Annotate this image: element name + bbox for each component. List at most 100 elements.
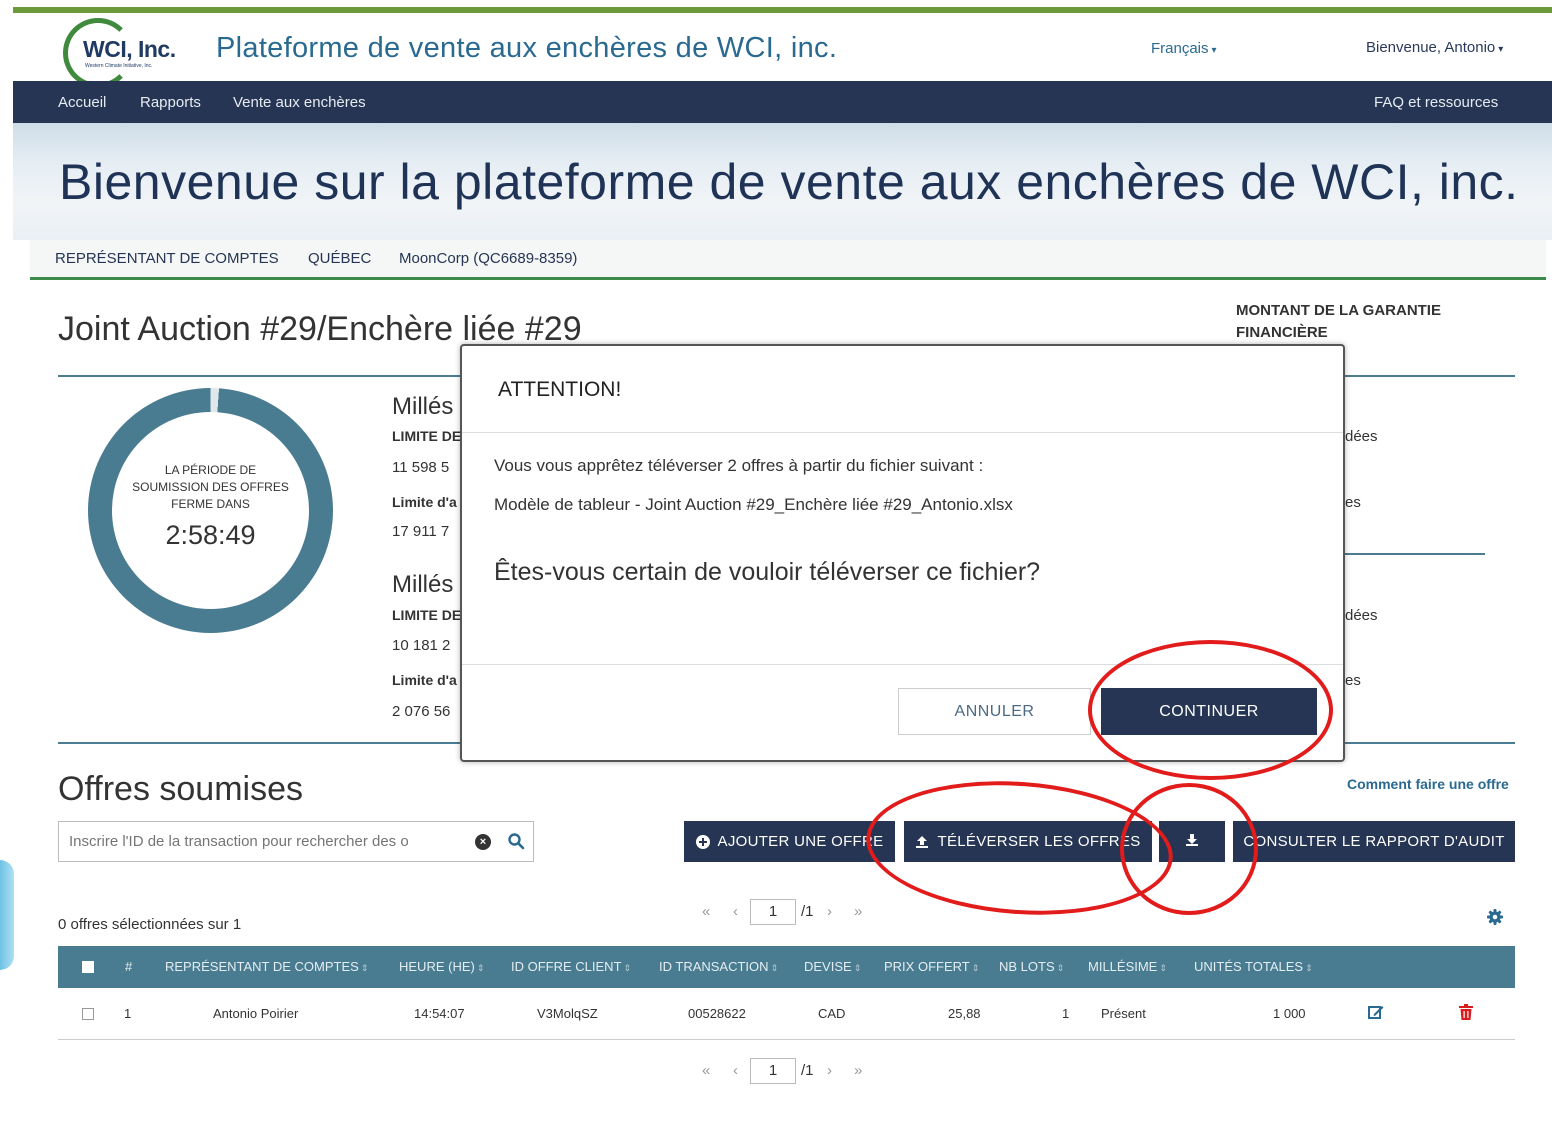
hero-title: Bienvenue sur la plateforme de vente aux… xyxy=(59,154,1519,210)
main-nav: Accueil Rapports Vente aux enchères FAQ … xyxy=(13,81,1552,123)
upload-offers-button[interactable]: TÉLÉVERSER LES OFFRES xyxy=(904,821,1152,862)
cell-transaction-id: 00528622 xyxy=(688,1006,746,1021)
col-representative[interactable]: REPRÉSENTANT DE COMPTES ⇕ xyxy=(165,959,368,974)
col-transaction-id[interactable]: ID TRANSACTION ⇕ xyxy=(659,959,778,974)
confirm-upload-modal: ATTENTION! Vous vous apprêtez téléverser… xyxy=(460,344,1345,762)
col-label: ID TRANSACTION xyxy=(659,959,769,974)
col-label: NB LOTS xyxy=(999,959,1055,974)
add-offer-button[interactable]: AJOUTER UNE OFFRE xyxy=(684,821,895,862)
sort-icon: ⇕ xyxy=(770,963,779,973)
col-label: REPRÉSENTANT DE COMPTES xyxy=(165,959,359,974)
trash-icon[interactable] xyxy=(1459,1004,1473,1023)
partial-text: es xyxy=(1345,672,1361,689)
guarantee-label: MONTANT DE LA GARANTIE FINANCIÈRE xyxy=(1236,302,1441,341)
page-input[interactable]: 1 xyxy=(750,899,796,925)
divider xyxy=(1340,553,1485,555)
sort-icon: ⇕ xyxy=(1305,963,1313,973)
col-label: UNITÉS TOTALES xyxy=(1194,959,1304,974)
limit-value: 17 911 7 xyxy=(392,523,450,540)
pagination-top: « ‹ 1 /1 › » xyxy=(702,899,872,925)
page-total: /1 xyxy=(801,1062,814,1079)
continue-button[interactable]: CONTINUER xyxy=(1101,688,1317,735)
cell-representative: Antonio Poirier xyxy=(213,1006,299,1021)
wci-logo[interactable]: WCI, Inc. Western Climate Initiative, In… xyxy=(63,18,183,88)
page-input[interactable]: 1 xyxy=(750,1058,796,1084)
table-row: 1 Antonio Poirier 14:54:07 V3MolqSZ 0052… xyxy=(58,988,1515,1040)
prev-page-icon[interactable]: ‹ xyxy=(733,903,738,920)
countdown-label: LA PÉRIODE DE SOUMISSION DES OFFRES FERM… xyxy=(88,462,333,513)
prev-page-icon[interactable]: ‹ xyxy=(733,1062,738,1079)
last-page-icon[interactable]: » xyxy=(854,1062,862,1079)
transaction-search: × xyxy=(58,821,534,862)
upload-icon xyxy=(915,835,929,849)
modal-divider xyxy=(462,432,1343,433)
nav-faq[interactable]: FAQ et ressources xyxy=(1374,94,1498,111)
partial-text: dées xyxy=(1345,428,1378,445)
countdown-donut: LA PÉRIODE DE SOUMISSION DES OFFRES FERM… xyxy=(88,388,333,633)
selection-count: 0 offres sélectionnées sur 1 xyxy=(58,916,242,933)
nav-home[interactable]: Accueil xyxy=(58,94,106,111)
vintage-heading: Millés xyxy=(392,571,454,598)
col-currency[interactable]: DEVISE ⇕ xyxy=(804,959,861,974)
col-units[interactable]: UNITÉS TOTALES ⇕ xyxy=(1194,959,1313,974)
select-all-checkbox[interactable] xyxy=(82,961,94,973)
row-checkbox[interactable] xyxy=(82,1008,94,1020)
cell-client-id: V3MolqSZ xyxy=(537,1006,598,1021)
limit-label: LIMITE DE xyxy=(392,428,462,444)
clear-icon[interactable]: × xyxy=(475,834,491,850)
cell-price: 25,88 xyxy=(948,1006,981,1021)
col-number: # xyxy=(125,959,133,974)
nav-reports[interactable]: Rapports xyxy=(140,94,201,111)
cell-units: 1 000 xyxy=(1273,1006,1306,1021)
modal-question: Êtes-vous certain de vouloir téléverser … xyxy=(494,558,1041,586)
logo-text: WCI, Inc. xyxy=(83,36,176,62)
next-page-icon[interactable]: › xyxy=(827,903,832,920)
welcome-label: Bienvenue, Antonio xyxy=(1366,39,1496,56)
col-time[interactable]: HEURE (HE) ⇕ xyxy=(399,959,484,974)
language-label: Français xyxy=(1151,40,1209,57)
col-lots[interactable]: NB LOTS ⇕ xyxy=(999,959,1064,974)
language-selector[interactable]: Français ▾ xyxy=(1151,40,1217,57)
sort-icon: ⇕ xyxy=(1159,963,1167,973)
edit-icon[interactable] xyxy=(1368,1004,1384,1023)
col-vintage[interactable]: MILLÉSIME ⇕ xyxy=(1088,959,1167,974)
limit-value: 11 598 5 xyxy=(392,459,450,476)
cancel-button[interactable]: ANNULER xyxy=(898,688,1091,735)
cell-lots: 1 xyxy=(1062,1006,1070,1021)
user-menu[interactable]: Bienvenue, Antonio ▾ xyxy=(1366,39,1503,56)
first-page-icon[interactable]: « xyxy=(702,903,710,920)
limit-value: 10 181 2 xyxy=(392,637,451,654)
audit-report-label: CONSULTER LE RAPPORT D'AUDIT xyxy=(1243,833,1505,850)
col-label: DEVISE xyxy=(804,959,852,974)
search-input[interactable] xyxy=(59,822,474,861)
how-to-bid-link[interactable]: Comment faire une offre xyxy=(1347,776,1509,792)
gear-icon[interactable] xyxy=(1486,908,1504,926)
next-page-icon[interactable]: › xyxy=(827,1062,832,1079)
audit-report-button[interactable]: CONSULTER LE RAPPORT D'AUDIT xyxy=(1233,821,1515,862)
plus-circle-icon xyxy=(695,834,710,849)
nav-auctions[interactable]: Vente aux enchères xyxy=(233,94,366,111)
first-page-icon[interactable]: « xyxy=(702,1062,710,1079)
download-icon xyxy=(1185,833,1199,851)
logo-subtitle: Western Climate Initiative, Inc. xyxy=(85,63,153,69)
col-label: MILLÉSIME xyxy=(1088,959,1158,974)
modal-message: Vous vous apprêtez téléverser 2 offres à… xyxy=(494,456,984,475)
col-client-id[interactable]: ID OFFRE CLIENT ⇕ xyxy=(511,959,631,974)
page-total: /1 xyxy=(801,903,814,920)
col-label: PRIX OFFERT xyxy=(884,959,970,974)
chevron-down-icon: ▾ xyxy=(1498,44,1504,55)
modal-title: ATTENTION! xyxy=(498,378,622,401)
countdown-time: 2:58:49 xyxy=(165,520,256,550)
cell-currency: CAD xyxy=(818,1006,846,1021)
col-price[interactable]: PRIX OFFERT ⇕ xyxy=(884,959,979,974)
cell-vintage: Présent xyxy=(1101,1006,1146,1021)
download-template-button[interactable] xyxy=(1159,821,1225,862)
search-icon[interactable] xyxy=(507,832,525,850)
decorative-shape xyxy=(0,860,14,970)
cell-number: 1 xyxy=(124,1006,132,1021)
sort-icon: ⇕ xyxy=(971,963,980,973)
vintage-heading: Millés xyxy=(392,393,454,420)
limit-value: 2 076 56 xyxy=(392,703,451,720)
last-page-icon[interactable]: » xyxy=(854,903,862,920)
countdown-label-line: SOUMISSION DES OFFRES xyxy=(132,480,289,494)
